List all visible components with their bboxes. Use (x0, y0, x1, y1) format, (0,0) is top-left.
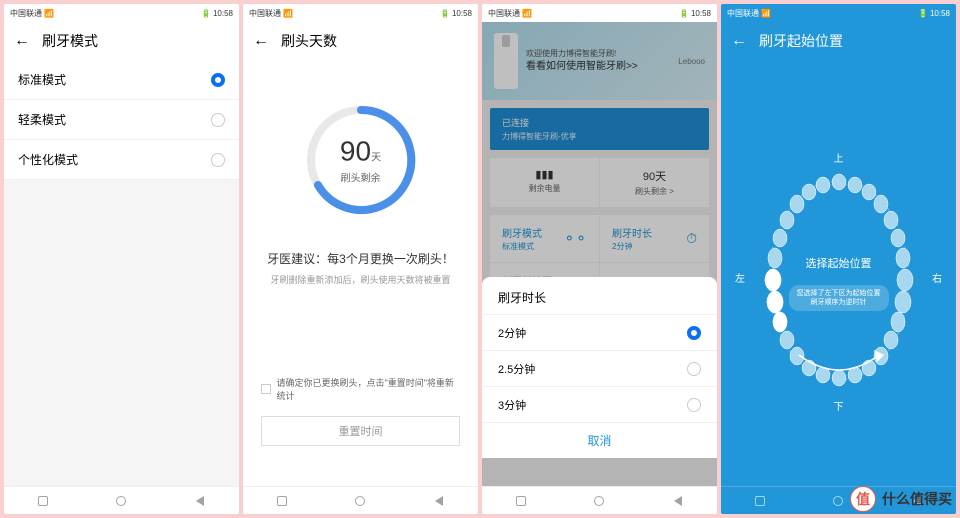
sheet-option-2min[interactable]: 2分钟 (482, 314, 717, 350)
nav-home[interactable] (114, 494, 128, 508)
back-icon[interactable]: ← (731, 32, 747, 50)
radio-selected-icon (211, 73, 225, 87)
status-bar: 中国联通📶 🔋10:58 (482, 4, 717, 22)
advice-title: 牙医建议：每3个月更换一次刷头！ (267, 250, 454, 267)
status-bar: 中国联通📶 🔋10:58 (4, 4, 239, 22)
days-content: 90天 刷头剩余 牙医建议：每3个月更换一次刷头！ 牙刷删除重新添加后，刷头使用… (243, 60, 478, 486)
direction-top: 上 (834, 150, 844, 165)
nav-recent[interactable] (275, 494, 289, 508)
sheet-cancel-button[interactable]: 取消 (482, 422, 717, 458)
panel-brush-head-days: 中国联通📶 🔋10:58 ← 刷头天数 90天 刷头剩余 牙医建议：每3个月更换… (243, 4, 478, 514)
mode-label: 轻柔模式 (18, 111, 66, 128)
nav-home[interactable] (831, 494, 845, 508)
duration-sheet: 刷牙时长 2分钟 2.5分钟 3分钟 取消 (482, 277, 717, 458)
days-label: 刷头剩余 (340, 170, 381, 185)
page-title: 刷牙起始位置 (759, 31, 843, 51)
radio-icon (211, 113, 225, 127)
mode-label: 标准模式 (18, 71, 66, 88)
page-title: 刷头天数 (281, 31, 337, 51)
dashboard-content: 欢迎使用力博得智能牙刷! 看看如何使用智能牙刷>> Lebooo 已连接 力博得… (482, 22, 717, 486)
nav-recent[interactable] (753, 494, 767, 508)
days-value: 90 (340, 136, 371, 167)
direction-left: 左 (735, 270, 745, 285)
direction-right: 右 (932, 270, 942, 285)
nav-bar (4, 486, 239, 514)
page-title: 刷牙模式 (42, 31, 98, 51)
radio-icon (687, 398, 701, 412)
radio-icon (687, 362, 701, 376)
confirm-checkbox-row[interactable]: 请确定你已更换刷头，点击"重置时间"将重新统计 (261, 376, 460, 402)
watermark: 值 什么值得买 (850, 486, 952, 512)
nav-back[interactable] (193, 494, 207, 508)
checkbox-icon (261, 384, 271, 394)
direction-bottom: 下 (834, 398, 844, 413)
back-icon[interactable]: ← (14, 32, 30, 50)
mode-item-standard[interactable]: 标准模式 (4, 60, 239, 100)
status-bar: 中国联通📶 🔋10:58 (721, 4, 956, 22)
selection-badge: 您选择了左下区为起始位置 刷牙顺序为逆时针 (789, 285, 889, 311)
nav-recent[interactable] (36, 494, 50, 508)
nav-bar (243, 486, 478, 514)
sheet-title: 刷牙时长 (482, 277, 717, 314)
panel-start-position: 中国联通📶 🔋10:58 ← 刷牙起始位置 上 下 左 右 (721, 4, 956, 514)
mode-list: 标准模式 轻柔模式 个性化模式 (4, 60, 239, 486)
nav-bar (482, 486, 717, 514)
nav-home[interactable] (592, 494, 606, 508)
confirm-text: 请确定你已更换刷头，点击"重置时间"将重新统计 (277, 376, 460, 402)
nav-back[interactable] (671, 494, 685, 508)
nav-recent[interactable] (514, 494, 528, 508)
panel-brushing-mode: 中国联通📶 🔋10:58 ← 刷牙模式 标准模式 轻柔模式 个性化模式 (4, 4, 239, 514)
mode-item-gentle[interactable]: 轻柔模式 (4, 100, 239, 140)
teeth-content: 上 下 左 右 (721, 60, 956, 486)
radio-icon (211, 153, 225, 167)
center-prompt: 选择起始位置 您选择了左下区为起始位置 刷牙顺序为逆时针 (789, 255, 889, 311)
header: ← 刷头天数 (243, 22, 478, 60)
mode-label: 个性化模式 (18, 151, 78, 168)
header: ← 刷牙模式 (4, 22, 239, 60)
status-bar: 中国联通📶 🔋10:58 (243, 4, 478, 22)
watermark-icon: 值 (850, 486, 876, 512)
back-icon[interactable]: ← (253, 32, 269, 50)
panel-dashboard-with-sheet: 中国联通📶 🔋10:58 欢迎使用力博得智能牙刷! 看看如何使用智能牙刷>> L… (482, 4, 717, 514)
nav-back[interactable] (432, 494, 446, 508)
nav-home[interactable] (353, 494, 367, 508)
sheet-option-3min[interactable]: 3分钟 (482, 386, 717, 422)
days-gauge: 90天 刷头剩余 (301, 100, 421, 220)
reset-button[interactable]: 重置时间 (261, 416, 460, 446)
watermark-text: 什么值得买 (882, 489, 952, 509)
mode-item-custom[interactable]: 个性化模式 (4, 140, 239, 180)
advice-subtitle: 牙刷删除重新添加后，刷头使用天数将被重置 (270, 273, 450, 286)
sheet-option-2-5min[interactable]: 2.5分钟 (482, 350, 717, 386)
header: ← 刷牙起始位置 (721, 22, 956, 60)
radio-selected-icon (687, 326, 701, 340)
